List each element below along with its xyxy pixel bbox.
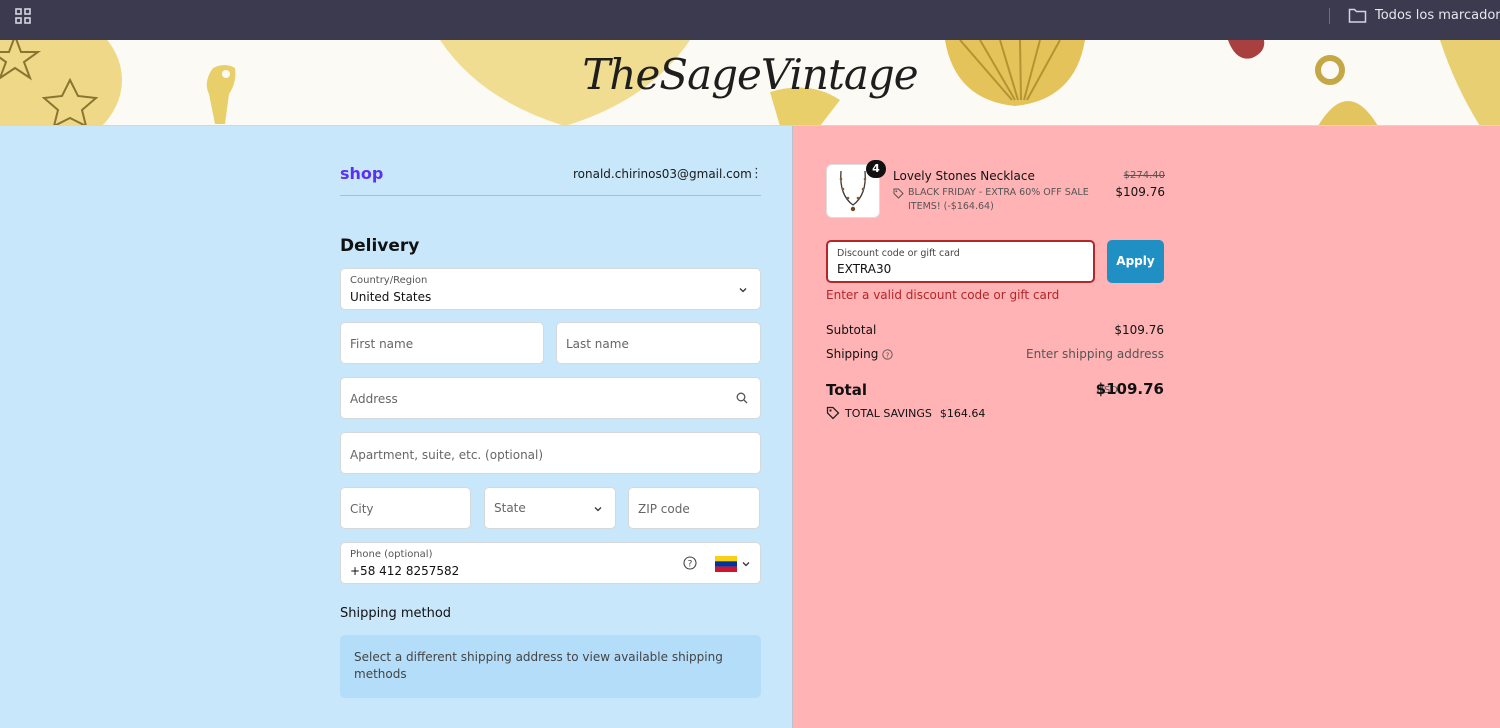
apps-grid-icon[interactable] xyxy=(15,8,31,24)
country-select[interactable]: Country/Region United States xyxy=(340,268,761,310)
address-input[interactable]: Address xyxy=(340,377,761,419)
product-name: Lovely Stones Necklace xyxy=(893,169,1035,183)
country-label: Country/Region xyxy=(350,275,428,286)
delivery-heading: Delivery xyxy=(340,236,420,256)
store-banner: TheSageVintage xyxy=(0,40,1500,126)
zip-code-placeholder: ZIP code xyxy=(638,502,690,516)
checkout-form-panel: shop ronald.chirinos03@gmail.com ⋮ Deliv… xyxy=(0,126,793,728)
subtotal-value: $109.76 xyxy=(1114,323,1164,337)
bookmarks-bar: Todos los marcadores xyxy=(0,0,1500,40)
apartment-placeholder: Apartment, suite, etc. (optional) xyxy=(350,448,544,462)
address-placeholder: Address xyxy=(350,392,398,406)
first-name-placeholder: First name xyxy=(350,337,414,351)
product-original-price: $274.40 xyxy=(1123,170,1165,181)
product-price: $109.76 xyxy=(1115,185,1165,199)
chevron-down-icon xyxy=(739,288,747,293)
shipping-method-heading: Shipping method xyxy=(340,606,452,621)
shop-pay-logo: shop xyxy=(340,164,384,183)
kebab-menu-icon[interactable]: ⋮ xyxy=(750,167,763,181)
total-savings-value: $164.64 xyxy=(939,406,986,420)
quantity-badge: 4 xyxy=(866,160,886,178)
state-select[interactable]: State xyxy=(484,487,616,529)
product-discount-text: BLACK FRIDAY - EXTRA 60% OFF SALE ITEMS!… xyxy=(908,187,1089,212)
store-logo[interactable]: TheSageVintage xyxy=(0,50,1500,99)
city-placeholder: City xyxy=(350,502,374,516)
all-bookmarks-button[interactable]: Todos los marcadores xyxy=(1348,7,1500,24)
search-icon xyxy=(736,392,748,404)
apply-discount-button[interactable]: Apply xyxy=(1107,240,1164,283)
svg-text:?: ? xyxy=(688,560,693,570)
account-email: ronald.chirinos03@gmail.com xyxy=(573,167,752,181)
product-discount: BLACK FRIDAY - EXTRA 60% OFF SALE ITEMS!… xyxy=(893,186,1113,214)
discount-code-label: Discount code or gift card xyxy=(837,248,960,259)
discount-error-message: Enter a valid discount code or gift card xyxy=(826,288,1060,302)
state-placeholder: State xyxy=(494,501,526,515)
total-savings: TOTAL SAVINGS $164.64 xyxy=(826,406,985,420)
help-circle-icon[interactable]: ? xyxy=(683,556,697,570)
bookmarks-separator xyxy=(1329,8,1330,24)
zip-code-input[interactable]: ZIP code xyxy=(628,487,760,529)
shipping-value: Enter shipping address xyxy=(1026,347,1164,361)
phone-input[interactable]: Phone (optional) +58 412 8257582 ? xyxy=(340,542,761,584)
country-value: United States xyxy=(350,290,432,304)
apartment-input[interactable]: Apartment, suite, etc. (optional) xyxy=(340,432,761,474)
total-value: $109.76 xyxy=(1095,380,1164,398)
phone-label: Phone (optional) xyxy=(350,549,433,560)
shipping-label: Shipping ? xyxy=(826,347,894,361)
help-circle-icon[interactable]: ? xyxy=(882,348,894,360)
shipping-method-notice-text: Select a different shipping address to v… xyxy=(354,650,723,681)
tag-icon xyxy=(893,188,904,199)
country-code-selector[interactable] xyxy=(715,555,753,573)
total-savings-label: TOTAL SAVINGS xyxy=(845,406,932,420)
venezuela-flag-icon xyxy=(715,556,737,572)
city-input[interactable]: City xyxy=(340,487,471,529)
header-divider xyxy=(340,195,761,196)
phone-value: +58 412 8257582 xyxy=(350,564,460,578)
subtotal-label: Subtotal xyxy=(826,323,877,337)
tag-icon xyxy=(826,406,840,420)
total-label: Total xyxy=(826,381,867,399)
discount-code-value: EXTRA30 xyxy=(837,262,892,276)
first-name-input[interactable]: First name xyxy=(340,322,544,364)
chevron-down-icon xyxy=(742,562,750,567)
folder-icon xyxy=(1348,8,1367,23)
last-name-input[interactable]: Last name xyxy=(556,322,761,364)
all-bookmarks-label: Todos los marcadores xyxy=(1375,8,1500,23)
shipping-method-notice: Select a different shipping address to v… xyxy=(340,635,761,698)
chevron-down-icon xyxy=(594,507,602,512)
svg-text:?: ? xyxy=(886,351,890,359)
order-summary-panel: 4 Lovely Stones Necklace BLACK FRIDAY - … xyxy=(793,126,1500,728)
last-name-placeholder: Last name xyxy=(566,337,629,351)
discount-code-input[interactable]: Discount code or gift card EXTRA30 xyxy=(826,240,1095,283)
